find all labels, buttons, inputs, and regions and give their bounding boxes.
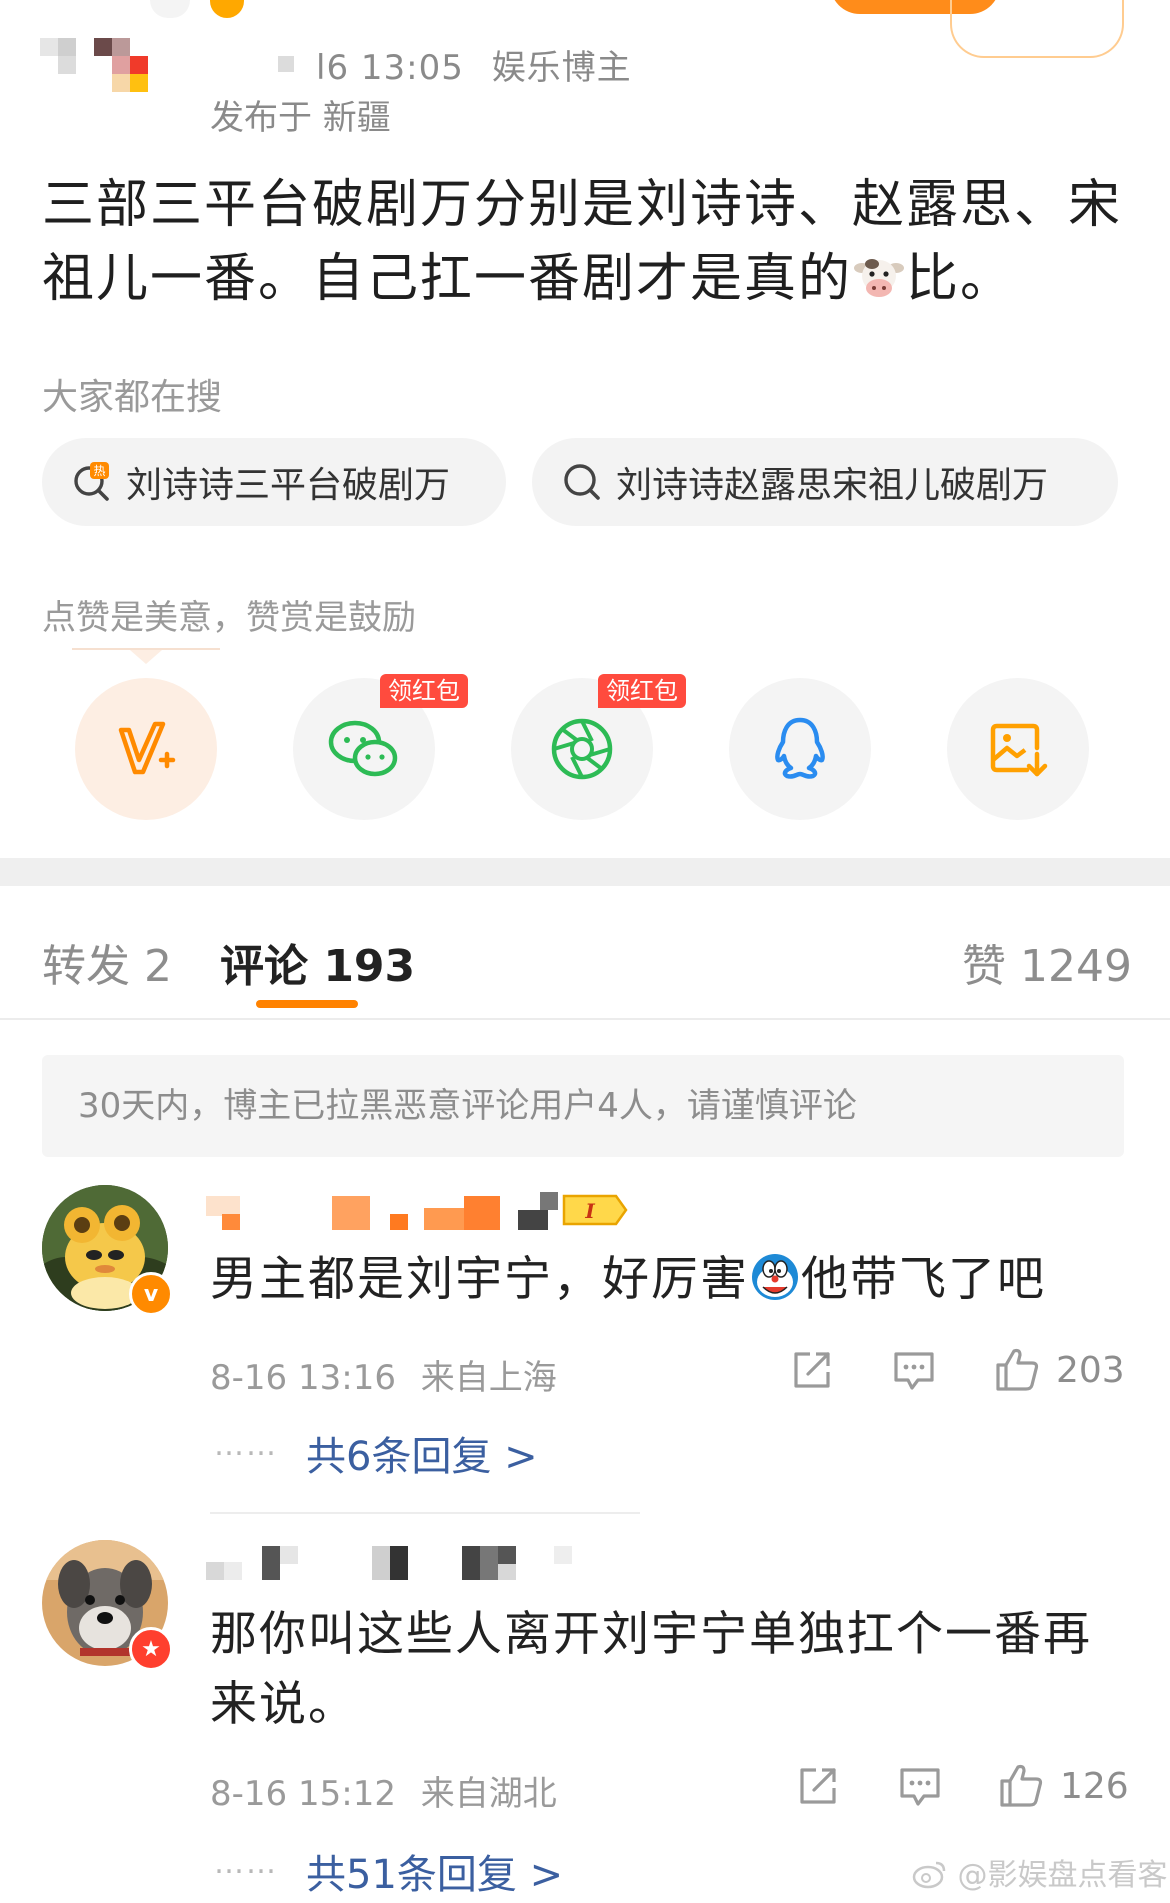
- author-type: 娱乐博主: [491, 48, 632, 88]
- comment-location: 来自湖北: [420, 1774, 557, 1814]
- comment-meta: 8-16 13:16 来自上海: [210, 1350, 557, 1399]
- like-icon[interactable]: [996, 1761, 1044, 1809]
- search-chip-2-label: 刘诗诗赵露思宋祖儿破剧万: [616, 465, 1049, 506]
- search-chip-1[interactable]: 热 刘诗诗三平台破剧万: [42, 438, 506, 526]
- watermark: @影娱盘点看客: [912, 1850, 1168, 1894]
- svg-text:I: I: [584, 1199, 595, 1223]
- post-time: l6 13:05: [316, 48, 464, 88]
- comment-time: 8-16 13:16: [210, 1358, 396, 1398]
- tab-likes[interactable]: 赞 1249: [962, 930, 1132, 994]
- search-chip-1-label: 刘诗诗三平台破剧万: [126, 465, 451, 506]
- replies-dots: ……: [214, 1428, 278, 1463]
- replies-dots: ……: [214, 1846, 278, 1881]
- reward-vplus-button[interactable]: [75, 678, 217, 820]
- hot-search-icon: 热: [74, 462, 109, 501]
- moments-icon: [551, 718, 613, 780]
- comment-text: 那你叫这些人离开刘宇宁单独扛个一番再来说。: [210, 1607, 1092, 1732]
- doraemon-icon: [752, 1254, 798, 1300]
- view-replies-link[interactable]: 共51条回复 >: [306, 1842, 563, 1900]
- comment-icon[interactable]: [898, 1764, 942, 1808]
- comment-meta: 8-16 15:12 来自湖北: [210, 1766, 557, 1815]
- qq-icon: [775, 717, 825, 779]
- comment-location: 来自上海: [420, 1358, 557, 1398]
- weibo-vplus-icon: [118, 721, 176, 775]
- verified-badge-icon: v: [129, 1272, 173, 1316]
- section-divider: [0, 858, 1170, 886]
- more-button[interactable]: [950, 0, 1124, 58]
- share-qq-button[interactable]: [729, 678, 871, 820]
- comment-1-text-part2: 他带飞了吧: [801, 1252, 1046, 1307]
- watermark-text: @影娱盘点看客: [957, 1858, 1168, 1893]
- post-text-part2: 比。: [906, 249, 1015, 309]
- search-chip-2[interactable]: 刘诗诗赵露思宋祖儿破剧万: [532, 438, 1118, 526]
- comment-separator: [210, 1512, 640, 1514]
- reward-label: 点赞是美意，赞赏是鼓励: [42, 598, 416, 638]
- search-icon: [564, 464, 600, 500]
- like-icon[interactable]: [992, 1345, 1040, 1393]
- active-tab-indicator: [256, 1000, 358, 1008]
- comment-time: 8-16 15:12: [210, 1774, 396, 1814]
- comment-text: 男主都是刘宇宁，好厉害 他带飞了吧: [210, 1245, 1150, 1315]
- comment-1-text-part1: 男主都是刘宇宁，好厉害: [210, 1252, 749, 1307]
- share-icon[interactable]: [796, 1764, 840, 1808]
- svg-text:热: 热: [93, 464, 105, 478]
- weibo-logo-icon: [912, 1861, 946, 1889]
- reward-indicator-arrow: [130, 650, 162, 664]
- moderation-notice: 30天内，博主已拉黑恶意评论用户4人，请谨慎评论: [42, 1055, 1124, 1157]
- tab-repost[interactable]: 转发 2: [42, 930, 172, 994]
- post-meta: l6 13:05 娱乐博主: [316, 40, 632, 89]
- like-count: 203: [1056, 1350, 1125, 1391]
- wechat-red-packet-badge: 领红包: [380, 674, 468, 708]
- moments-red-packet-badge: 领红包: [598, 674, 686, 708]
- verified-star-badge-icon: ★: [129, 1627, 173, 1671]
- comment-icon[interactable]: [892, 1348, 936, 1392]
- post-text: 三部三平台破剧万分别是刘诗诗、赵露思、宋祖儿一番。自己扛一番剧才是真的 比。: [42, 168, 1132, 316]
- tab-comments[interactable]: 评论 193: [220, 930, 415, 994]
- save-image-button[interactable]: [947, 678, 1089, 820]
- like-count: 126: [1060, 1766, 1129, 1807]
- post-location: 发布于 新疆: [210, 98, 391, 138]
- cow-face-icon: [854, 259, 905, 297]
- view-replies-link[interactable]: 共6条回复 >: [306, 1424, 538, 1482]
- level-badge-icon: I: [560, 1190, 630, 1230]
- tabs-divider: [0, 1018, 1170, 1020]
- wechat-icon: [328, 720, 398, 777]
- search-section-label: 大家都在搜: [42, 377, 223, 418]
- share-icon[interactable]: [790, 1348, 834, 1392]
- save-image-icon: [990, 723, 1048, 777]
